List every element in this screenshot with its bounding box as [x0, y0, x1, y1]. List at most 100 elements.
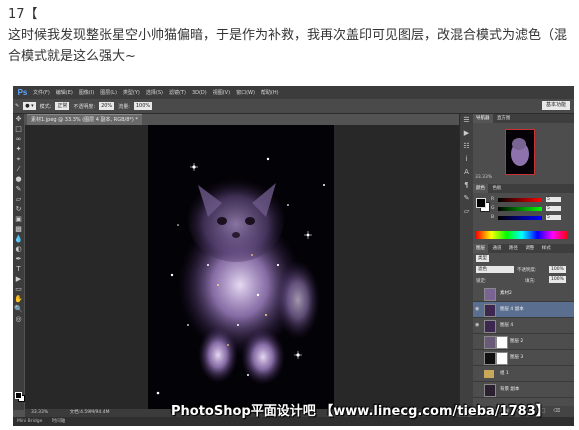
document-tab[interactable]: 素材1.jpeg @ 33.3% (图层 4 副本, RGB/8*) *: [27, 114, 142, 125]
marquee-tool-icon[interactable]: □: [13, 124, 24, 134]
visibility-toggle-icon[interactable]: [475, 290, 481, 296]
menu-layer[interactable]: 图层(L): [100, 89, 117, 96]
brush-tool-icon[interactable]: ✎: [13, 184, 24, 194]
layer-name: 图层 4: [500, 323, 514, 328]
layer-row[interactable]: 图层 3: [473, 350, 574, 366]
tab-layers[interactable]: 图层: [473, 244, 488, 253]
blue-slider[interactable]: B 5: [491, 215, 571, 221]
layer-row[interactable]: 背景 副本: [473, 382, 574, 398]
navigator-zoom[interactable]: 33.33%: [475, 175, 492, 180]
pen-tool-icon[interactable]: ✒: [13, 254, 24, 264]
green-slider[interactable]: G 5: [491, 206, 571, 212]
actions-icon[interactable]: ▶: [460, 127, 473, 140]
layer-name: 图层 3: [510, 355, 524, 360]
color-spectrum[interactable]: [476, 231, 568, 239]
layer-row[interactable]: 素材2: [473, 286, 574, 302]
layer-opacity-input[interactable]: 100%: [549, 266, 566, 273]
red-slider[interactable]: R 5: [491, 197, 571, 203]
menu-3d[interactable]: 3D(D): [192, 90, 207, 96]
hand-tool-icon[interactable]: ✋: [13, 294, 24, 304]
blue-value[interactable]: 5: [546, 215, 561, 220]
layer-mask-thumbnail[interactable]: [496, 336, 508, 349]
green-value[interactable]: 5: [546, 206, 561, 211]
foreground-color-swatch[interactable]: [15, 392, 22, 399]
trash-icon[interactable]: ⌫: [553, 408, 563, 414]
status-doc-info[interactable]: 文档:4.59M/94.4M: [70, 410, 110, 415]
menu-window[interactable]: 窗口(W): [236, 89, 255, 96]
menu-select[interactable]: 选择(S): [146, 89, 163, 96]
canvas-area[interactable]: [25, 125, 459, 409]
properties-icon[interactable]: ☷: [460, 140, 473, 153]
layer-mask-thumbnail[interactable]: [496, 352, 508, 365]
tab-adjustments[interactable]: 调整: [522, 244, 537, 253]
menu-file[interactable]: 文件(F): [33, 89, 50, 96]
quick-select-tool-icon[interactable]: ✦: [13, 144, 24, 154]
brush-preset-picker[interactable]: ● ▾: [23, 102, 36, 110]
gradient-tool-icon[interactable]: ▩: [13, 224, 24, 234]
eye-icon[interactable]: ◉: [475, 322, 481, 328]
blend-mode-select[interactable]: 滤色: [476, 266, 514, 273]
layer-row[interactable]: ◉ 图层 4: [473, 318, 574, 334]
visibility-toggle-icon[interactable]: [475, 338, 481, 344]
color-swatches[interactable]: [15, 392, 25, 402]
opacity-input[interactable]: 20%: [99, 102, 115, 110]
menu-image[interactable]: 图像(I): [79, 89, 94, 96]
tab-histogram[interactable]: 直方图: [494, 114, 514, 123]
status-zoom[interactable]: 33.33%: [31, 410, 48, 415]
visibility-toggle-icon[interactable]: [475, 370, 481, 376]
color-fg-swatch[interactable]: [476, 198, 486, 208]
galaxy-cat-image[interactable]: [148, 125, 334, 409]
layer-row[interactable]: 组 1: [473, 366, 574, 382]
mode-select[interactable]: 正常: [55, 102, 70, 110]
color-tabs: 颜色 色板: [473, 184, 574, 193]
menu-edit[interactable]: 编辑(E): [56, 89, 73, 96]
move-tool-icon[interactable]: ✥: [13, 114, 24, 124]
type-panel-icon[interactable]: A: [460, 166, 473, 179]
tab-color[interactable]: 颜色: [473, 184, 488, 193]
menu-filter[interactable]: 滤镜(T): [169, 89, 186, 96]
history-icon[interactable]: ☰: [460, 114, 473, 127]
tab-navigator[interactable]: 导航器: [473, 114, 493, 123]
paragraph-icon[interactable]: ¶: [460, 179, 473, 192]
menu-view[interactable]: 视图(V): [213, 89, 230, 96]
path-select-tool-icon[interactable]: ▶: [13, 274, 24, 284]
layer-row[interactable]: 图层 2: [473, 334, 574, 350]
brush-tool-icon[interactable]: ✎: [15, 103, 19, 109]
dodge-tool-icon[interactable]: ◐: [13, 244, 24, 254]
clone-stamp-tool-icon[interactable]: ▱: [13, 194, 24, 204]
visibility-toggle-icon[interactable]: [475, 354, 481, 360]
fill-input[interactable]: 100%: [549, 276, 566, 283]
type-tool-icon[interactable]: T: [13, 264, 24, 274]
layer-filter-select[interactable]: 类型: [476, 255, 489, 262]
layer-row[interactable]: ◉ 图层 4 副本: [473, 302, 574, 318]
tab-mini-bridge[interactable]: Mini Bridge: [13, 417, 46, 426]
info-icon[interactable]: i: [460, 153, 473, 166]
blur-tool-icon[interactable]: 💧: [13, 234, 24, 244]
tab-timeline[interactable]: 时间轴: [48, 417, 70, 426]
workspace-select[interactable]: 基本功能: [541, 101, 570, 110]
eraser-tool-icon[interactable]: ▣: [13, 214, 24, 224]
opacity-label: 不透明度:: [73, 103, 96, 110]
tab-paths[interactable]: 路径: [506, 244, 521, 253]
visibility-toggle-icon[interactable]: [475, 386, 481, 392]
menu-help[interactable]: 帮助(H): [261, 89, 279, 96]
layers-tabs: 图层 通道 路径 调整 样式: [473, 244, 574, 253]
eye-icon[interactable]: ◉: [475, 306, 481, 312]
zoom-tool-icon[interactable]: 🔍: [13, 304, 24, 314]
flow-input[interactable]: 100%: [133, 102, 153, 110]
menu-type[interactable]: 类型(Y): [123, 89, 140, 96]
healing-tool-icon[interactable]: ●: [13, 174, 24, 184]
history-brush-tool-icon[interactable]: ↻: [13, 204, 24, 214]
brush-panel-icon[interactable]: ✎: [460, 192, 473, 205]
tab-swatches[interactable]: 色板: [489, 184, 504, 193]
lasso-tool-icon[interactable]: ∞: [13, 134, 24, 144]
eyedropper-tool-icon[interactable]: ⁄: [13, 164, 24, 174]
shape-tool-icon[interactable]: ▭: [13, 284, 24, 294]
navigator-thumbnail[interactable]: [505, 129, 535, 175]
crop-tool-icon[interactable]: ⌖: [13, 154, 24, 164]
tab-styles[interactable]: 样式: [539, 244, 554, 253]
tab-channels[interactable]: 通道: [489, 244, 504, 253]
clone-source-icon[interactable]: ▱: [460, 205, 473, 218]
red-value[interactable]: 5: [546, 197, 561, 202]
quick-mask-icon[interactable]: ◎: [13, 314, 24, 324]
